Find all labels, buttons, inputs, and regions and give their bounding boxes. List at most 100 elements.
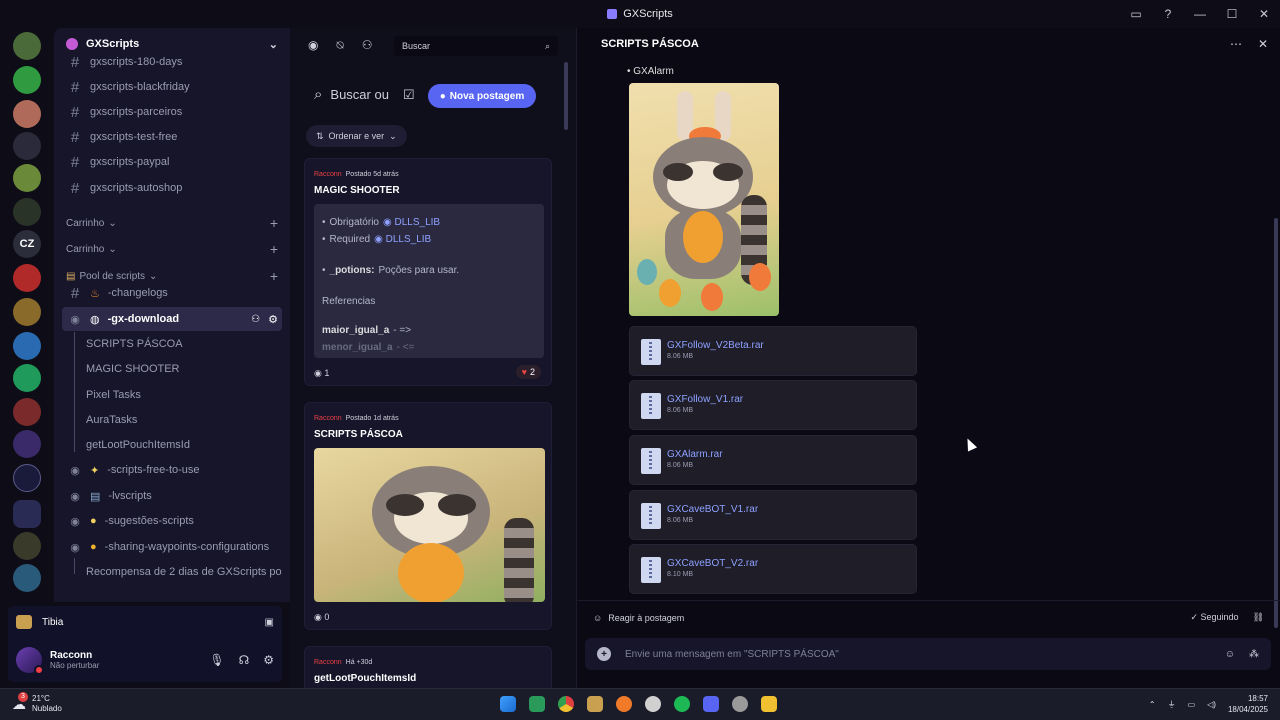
gear-icon[interactable]: ⚙ xyxy=(268,313,278,326)
volume-icon[interactable]: ◁) xyxy=(1207,700,1216,709)
game-activity[interactable]: Tibia ▣ xyxy=(8,606,282,638)
post-author[interactable]: Racconn xyxy=(314,415,342,422)
microphone-icon[interactable]: 🎙︎ xyxy=(209,653,224,667)
thread-item[interactable]: MAGIC SHOOTER xyxy=(86,358,282,380)
file-attachment[interactable]: GXCaveBOT_V2.rar 8.10 MB xyxy=(629,544,917,594)
search-input[interactable]: Buscar ⌕ xyxy=(394,36,558,56)
checkbox-icon[interactable]: ☑ xyxy=(403,87,415,103)
new-post-button[interactable]: ● Nova postagem xyxy=(428,84,536,108)
file-attachment[interactable]: GXFollow_V2Beta.rar 8.06 MB xyxy=(629,326,917,376)
headphones-icon[interactable]: ☊ xyxy=(239,653,250,667)
server-icon[interactable] xyxy=(13,430,41,458)
server-icon[interactable] xyxy=(13,298,41,326)
close-icon[interactable]: ✕ xyxy=(1258,37,1268,51)
channel-item[interactable]: # gxscripts-blackfriday xyxy=(62,75,282,99)
app-icon[interactable] xyxy=(529,696,545,712)
thread-item[interactable]: getLootPouchItemsId xyxy=(86,434,282,456)
notifications-off-icon[interactable]: ⍉ xyxy=(336,38,343,53)
file-name[interactable]: GXFollow_V2Beta.rar xyxy=(667,340,764,351)
thread-item[interactable]: Recompensa de 2 dias de GXScripts po... xyxy=(86,561,282,583)
tibia-icon[interactable] xyxy=(587,696,603,712)
add-channel-icon[interactable]: + xyxy=(270,241,278,257)
channel-mention[interactable]: ◉ DLLS_LIB xyxy=(383,217,440,228)
file-name[interactable]: GXCaveBOT_V1.rar xyxy=(667,504,758,515)
channel-scripts-free[interactable]: ◉ ✦ -scripts-free-to-use xyxy=(62,458,282,482)
file-name[interactable]: GXAlarm.rar xyxy=(667,449,723,460)
emoji-icon[interactable]: ☺ xyxy=(1225,649,1235,660)
minimize-button[interactable]: — xyxy=(1184,7,1216,21)
server-icon[interactable] xyxy=(13,564,41,592)
forum-search[interactable]: ⌕ Buscar ou ☑ xyxy=(314,86,415,103)
server-icon[interactable] xyxy=(13,66,41,94)
thread-item[interactable]: SCRIPTS PÁSCOA xyxy=(86,333,282,355)
channel-item[interactable]: # gxscripts-paypal xyxy=(62,150,282,174)
add-attachment-icon[interactable]: + xyxy=(597,647,611,661)
close-button[interactable]: ✕ xyxy=(1248,7,1280,21)
file-attachment[interactable]: GXAlarm.rar 8.06 MB xyxy=(629,435,917,485)
channel-sugestoes[interactable]: ◉ ● -sugestões-scripts xyxy=(62,509,282,533)
server-icon[interactable] xyxy=(13,100,41,128)
microphone-icon[interactable]: ⏚ xyxy=(1168,699,1176,710)
channel-item[interactable]: # gxscripts-autoshop xyxy=(62,176,282,200)
scrollbar[interactable] xyxy=(564,62,568,130)
spotify-icon[interactable] xyxy=(674,696,690,712)
thread-item[interactable]: Pixel Tasks xyxy=(86,384,282,406)
discord-icon[interactable] xyxy=(703,696,719,712)
server-icon[interactable] xyxy=(13,398,41,426)
help-icon[interactable]: ? xyxy=(1152,7,1184,21)
channel-gx-download[interactable]: ◉ ◍ -gx-download ⚇ ⚙ xyxy=(62,307,282,331)
channel-mention[interactable]: ◉ DLLS_LIB xyxy=(374,234,431,245)
server-icon[interactable] xyxy=(13,364,41,392)
avatar[interactable] xyxy=(16,647,44,675)
server-icon[interactable] xyxy=(13,198,41,226)
server-icon[interactable] xyxy=(13,32,41,60)
network-icon[interactable]: ▭ xyxy=(1188,700,1196,709)
members-icon[interactable]: ⚇ xyxy=(362,38,373,53)
apps-icon[interactable]: ⁂ xyxy=(1249,649,1259,660)
file-attachment[interactable]: GXCaveBOT_V1.rar 8.06 MB xyxy=(629,490,917,540)
channel-sharing[interactable]: ◉ ● -sharing-waypoints-configurations xyxy=(62,535,282,559)
folder-icon[interactable] xyxy=(761,696,777,712)
weather-widget[interactable]: ☁ 3 21°C Nublado xyxy=(12,692,62,714)
file-name[interactable]: GXCaveBOT_V2.rar xyxy=(667,558,758,569)
clock[interactable]: 18:57 18/04/2025 xyxy=(1228,693,1268,715)
following-button[interactable]: ✓ Seguindo xyxy=(1190,612,1238,623)
threads-icon[interactable]: ◉ xyxy=(308,38,318,53)
chevron-up-icon[interactable]: ⌃ xyxy=(1149,700,1156,709)
server-icon-cz[interactable]: CZ xyxy=(13,230,41,258)
user-info[interactable]: Racconn Não perturbar xyxy=(50,650,99,670)
channel-changelogs[interactable]: # ♨ -changelogs xyxy=(62,281,282,305)
inbox-icon[interactable]: ▭ xyxy=(1120,7,1152,21)
maximize-button[interactable]: ☐ xyxy=(1216,7,1248,21)
channel-item[interactable]: # gxscripts-180-days xyxy=(62,50,282,74)
stream-icon[interactable]: ▣ xyxy=(265,617,274,628)
link-icon[interactable]: ⛓ xyxy=(1253,612,1264,623)
sort-button[interactable]: ⇅ Ordenar e ver ⌄ xyxy=(306,125,407,147)
add-member-icon[interactable]: ⚇ xyxy=(251,314,260,325)
message-input[interactable]: + Envie uma mensagem em "SCRIPTS PÁSCOA"… xyxy=(585,638,1271,670)
server-icon-gxscripts[interactable] xyxy=(13,464,41,492)
more-options-icon[interactable]: ⋯ xyxy=(1230,37,1242,51)
category-carrinho[interactable]: Carrinho ⌄ + xyxy=(66,241,278,257)
gear-icon[interactable]: ⚙ xyxy=(263,653,274,667)
file-name[interactable]: GXFollow_V1.rar xyxy=(667,394,743,405)
category-carrinho[interactable]: Carrinho ⌄ + xyxy=(66,215,278,231)
server-icon[interactable] xyxy=(13,264,41,292)
scrollbar[interactable] xyxy=(1274,218,1278,628)
app-icon[interactable] xyxy=(732,696,748,712)
folder-icon[interactable] xyxy=(13,500,41,528)
server-icon[interactable] xyxy=(13,132,41,160)
thread-item[interactable]: AuraTasks xyxy=(86,409,282,431)
raccoon-image[interactable] xyxy=(629,83,779,316)
reaction-heart[interactable]: ♥ 2 xyxy=(515,365,541,379)
post-author[interactable]: Racconn xyxy=(314,659,342,666)
chrome-icon[interactable] xyxy=(558,696,574,712)
channel-lvscripts[interactable]: ◉ ▤ -lvscripts xyxy=(62,484,282,508)
react-button[interactable]: ☺ Reagir à postagem xyxy=(593,613,684,623)
post-author[interactable]: Racconn xyxy=(314,171,342,178)
server-icon[interactable] xyxy=(13,532,41,560)
channel-item[interactable]: # gxscripts-test-free xyxy=(62,125,282,149)
app-icon[interactable] xyxy=(645,696,661,712)
firefox-icon[interactable] xyxy=(616,696,632,712)
forum-post-card[interactable]: Racconn Postado 5d atrás MAGIC SHOOTER • O… xyxy=(304,158,552,386)
